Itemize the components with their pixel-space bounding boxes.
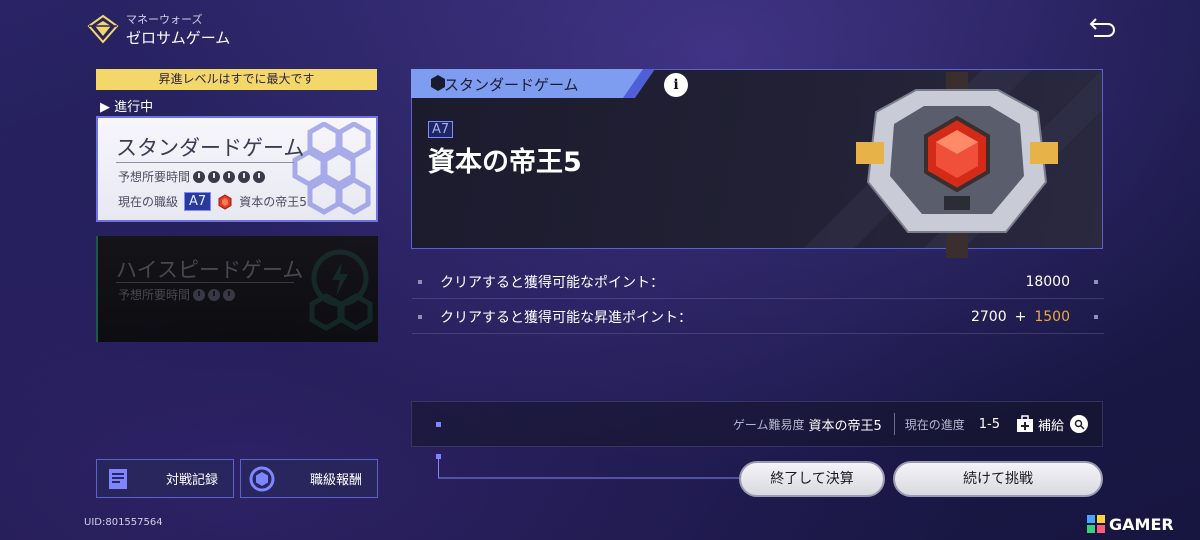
estimated-time: 予想所要時間 bbox=[118, 168, 266, 185]
mode-title: スタンダードゲーム bbox=[116, 136, 305, 160]
bullet bbox=[418, 279, 422, 284]
diamond-logo-icon bbox=[87, 14, 119, 44]
rank-label: 現在の職級 bbox=[118, 195, 179, 209]
rank-name: 資本の帝王5 bbox=[239, 195, 307, 209]
plus-sign: + bbox=[1014, 308, 1027, 325]
max-level-notice: 昇進レベルはすでに最大です bbox=[96, 69, 377, 90]
clock-icon bbox=[208, 170, 221, 183]
bonus-value: 1500 bbox=[1034, 308, 1070, 325]
bullet bbox=[1094, 279, 1098, 284]
in-progress-label: ▶ 進行中 bbox=[100, 100, 154, 115]
bullet bbox=[418, 314, 422, 319]
user-id: UID:801557564 bbox=[84, 517, 163, 528]
bullet bbox=[1094, 314, 1098, 319]
rank-reward-label: 職級報酬 bbox=[309, 473, 362, 488]
clock-icon bbox=[193, 288, 206, 301]
promotion-points-label: クリアすると獲得可能な昇進ポイント： bbox=[440, 309, 692, 326]
mode-title: ハイスピードゲーム bbox=[116, 258, 304, 282]
header-subtitle: マネーウォーズ bbox=[126, 13, 203, 26]
difficulty-value: 資本の帝王5 bbox=[808, 418, 882, 434]
current-rank: 現在の職級 A7 資本の帝王5 bbox=[118, 192, 307, 211]
reward-badge-icon bbox=[249, 466, 275, 491]
mode-tag-label: スタンダードゲーム bbox=[444, 76, 579, 94]
points-label: クリアすると獲得可能なポイント： bbox=[440, 274, 664, 291]
progress-value: 1-5 bbox=[978, 416, 1000, 432]
points-value: 18000 bbox=[1025, 273, 1070, 290]
clock-icon bbox=[238, 170, 251, 183]
header-title: ゼロサムゲーム bbox=[126, 29, 231, 47]
promotion-points-row: クリアすると獲得可能な昇進ポイント： 2700 +1500 bbox=[412, 300, 1104, 334]
clock-icon bbox=[193, 170, 206, 183]
clock-icon bbox=[223, 288, 236, 301]
rank-emblem-icon bbox=[856, 72, 1058, 258]
clock-icon bbox=[223, 170, 236, 183]
finish-settle-button[interactable]: 終了して決算 bbox=[739, 461, 885, 497]
base-value: 2700 bbox=[970, 308, 1007, 325]
estimated-time: 予想所要時間 bbox=[118, 286, 236, 303]
standard-game-card[interactable]: スタンダードゲーム 予想所要時間 現在の職級 A7 資本の帝王5 bbox=[96, 116, 378, 222]
progress-label: 現在の進度 bbox=[904, 417, 965, 432]
promotion-points-value: 2700 +1500 bbox=[971, 309, 1070, 325]
magnifier-icon[interactable] bbox=[1070, 415, 1088, 433]
continue-challenge-button[interactable]: 続けて挑戦 bbox=[893, 461, 1103, 497]
clock-icon bbox=[253, 170, 266, 183]
divider bbox=[116, 162, 294, 163]
divider bbox=[116, 282, 294, 283]
gamer-logo-icon bbox=[1087, 515, 1105, 533]
battle-record-button[interactable]: 対戦記録 bbox=[96, 459, 234, 498]
clock-icon bbox=[208, 288, 221, 301]
high-speed-game-card[interactable]: ハイスピードゲーム 予想所要時間 bbox=[96, 236, 378, 342]
time-label: 予想所要時間 bbox=[118, 288, 191, 302]
record-book-icon bbox=[109, 468, 127, 489]
red-gem-icon bbox=[218, 193, 232, 210]
lightning-hexagon-icon bbox=[309, 249, 373, 331]
rank-code-badge: A7 bbox=[184, 192, 212, 211]
back-arrow-icon[interactable] bbox=[1088, 14, 1118, 40]
battle-record-label: 対戦記録 bbox=[165, 473, 218, 488]
rank-reward-button[interactable]: 職級報酬 bbox=[240, 459, 378, 498]
points-row: クリアすると獲得可能なポイント： 18000 bbox=[412, 265, 1104, 299]
gamer-watermark: GAMER bbox=[1086, 512, 1192, 536]
watermark-text: GAMER bbox=[1109, 514, 1174, 534]
medical-kit-icon bbox=[1016, 415, 1033, 432]
info-icon[interactable]: i bbox=[664, 73, 688, 97]
divider bbox=[893, 413, 895, 435]
supply-label: 補給 bbox=[1037, 418, 1064, 434]
rank-code-badge: A7 bbox=[428, 121, 454, 138]
rank-name-title: 資本の帝王5 bbox=[428, 147, 582, 178]
connector-line bbox=[436, 422, 742, 479]
time-label: 予想所要時間 bbox=[118, 170, 191, 184]
